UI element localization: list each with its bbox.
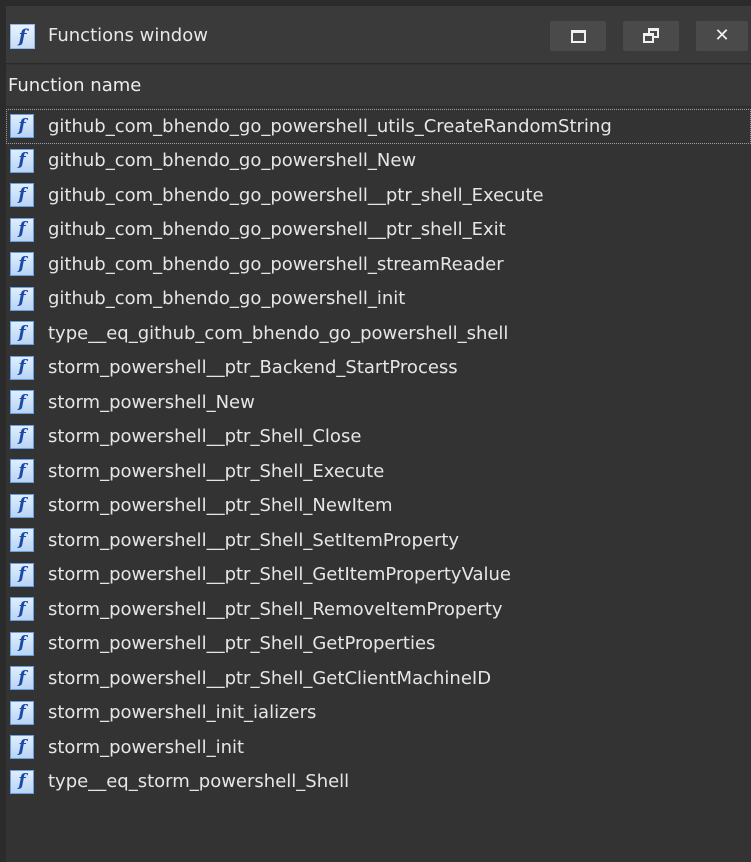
function-name: storm_powershell__ptr_Shell_GetItemPrope…	[48, 564, 512, 586]
list-item[interactable]: f github_com_bhendo_go_powershell__ptr_sh…	[6, 178, 751, 213]
function-icon: f	[10, 24, 35, 49]
function-icon: f	[10, 217, 34, 242]
list-item[interactable]: f github_com_bhendo_go_powershell_utils_C…	[6, 109, 751, 144]
function-name: storm_powershell__ptr_Shell_Execute	[48, 460, 385, 482]
function-icon: f	[10, 528, 34, 553]
list-item[interactable]: f storm_powershell__ptr_Shell_SetItemProp…	[6, 523, 751, 558]
list-item[interactable]: f type__eq_github_com_bhendo_go_powershel…	[6, 316, 751, 351]
restore-icon	[642, 28, 660, 44]
function-name: storm_powershell__ptr_Backend_StartProce…	[48, 357, 458, 379]
function-icon: f	[10, 390, 34, 415]
function-icon: f	[10, 183, 34, 208]
list-item[interactable]: f storm_powershell_New	[6, 385, 751, 420]
function-icon: f	[10, 321, 34, 346]
function-icon: f	[10, 562, 34, 587]
function-icon: f	[10, 700, 34, 725]
function-name: storm_powershell_New	[48, 391, 255, 413]
list-item[interactable]: f storm_powershell_init_ializers	[6, 696, 751, 731]
function-icon: f	[10, 424, 34, 449]
function-icon: f	[10, 769, 34, 794]
function-name: storm_powershell_init	[48, 736, 245, 758]
list-item[interactable]: f storm_powershell__ptr_Shell_GetItemProp…	[6, 558, 751, 593]
function-icon: f	[10, 355, 34, 380]
function-name: github_com_bhendo_go_powershell_utils_Cr…	[48, 115, 612, 137]
list-item[interactable]: f github_com_bhendo_go_powershell_streamR…	[6, 247, 751, 282]
list-item[interactable]: f storm_powershell__ptr_Shell_Execute	[6, 454, 751, 489]
function-name: type__eq_github_com_bhendo_go_powershell…	[48, 322, 509, 344]
window-title: Functions window	[48, 25, 208, 46]
list-item[interactable]: f storm_powershell__ptr_Shell_NewItem	[6, 489, 751, 524]
function-name: storm_powershell__ptr_Shell_Close	[48, 426, 362, 448]
function-name: github_com_bhendo_go_powershell_streamRe…	[48, 253, 504, 275]
maximize-button[interactable]	[550, 21, 606, 51]
function-name: storm_powershell__ptr_Shell_SetItemPrope…	[48, 529, 460, 551]
maximize-icon	[570, 29, 586, 43]
restore-button[interactable]	[623, 21, 679, 51]
function-list[interactable]: f github_com_bhendo_go_powershell_utils_C…	[6, 109, 751, 862]
list-item[interactable]: f github_com_bhendo_go_powershell__ptr_sh…	[6, 213, 751, 248]
function-icon: f	[10, 148, 34, 173]
function-name: storm_powershell__ptr_Shell_GetPropertie…	[48, 633, 436, 655]
close-button[interactable]: ✕	[696, 21, 748, 51]
function-icon: f	[10, 493, 34, 518]
function-name: github_com_bhendo_go_powershell_New	[48, 150, 417, 172]
list-item[interactable]: f storm_powershell_init	[6, 730, 751, 765]
list-item[interactable]: f storm_powershell__ptr_Shell_GetClientMa…	[6, 661, 751, 696]
function-icon: f	[10, 459, 34, 484]
function-icon: f	[10, 114, 34, 139]
function-name: github_com_bhendo_go_powershell__ptr_she…	[48, 219, 506, 241]
function-name: storm_powershell_init_ializers	[48, 702, 317, 724]
function-name: storm_powershell__ptr_Shell_NewItem	[48, 495, 393, 517]
function-icon: f	[10, 631, 34, 656]
function-icon: f	[10, 735, 34, 760]
function-icon: f	[10, 666, 34, 691]
function-icon: f	[10, 286, 34, 311]
list-item[interactable]: f storm_powershell__ptr_Backend_StartProc…	[6, 351, 751, 386]
title-bar[interactable]: f Functions window ✕	[6, 6, 751, 64]
function-icon: f	[10, 597, 34, 622]
list-item[interactable]: f github_com_bhendo_go_powershell_init	[6, 282, 751, 317]
function-icon: f	[10, 252, 34, 277]
list-item[interactable]: f github_com_bhendo_go_powershell_New	[6, 144, 751, 179]
functions-window: f Functions window ✕ Function name f gith…	[0, 0, 751, 862]
close-icon: ✕	[714, 25, 730, 46]
list-item[interactable]: f storm_powershell__ptr_Shell_RemoveItemP…	[6, 592, 751, 627]
list-item[interactable]: f storm_powershell__ptr_Shell_GetProperti…	[6, 627, 751, 662]
list-item[interactable]: f storm_powershell__ptr_Shell_Close	[6, 420, 751, 455]
column-header-function-name[interactable]: Function name	[6, 65, 751, 107]
function-name: github_com_bhendo_go_powershell__ptr_she…	[48, 184, 544, 206]
function-name: storm_powershell__ptr_Shell_GetClientMac…	[48, 667, 492, 689]
list-item[interactable]: f type__eq_storm_powershell_Shell	[6, 765, 751, 800]
function-name: type__eq_storm_powershell_Shell	[48, 771, 350, 793]
function-name: github_com_bhendo_go_powershell_init	[48, 288, 406, 310]
function-name: storm_powershell__ptr_Shell_RemoveItemPr…	[48, 598, 503, 620]
